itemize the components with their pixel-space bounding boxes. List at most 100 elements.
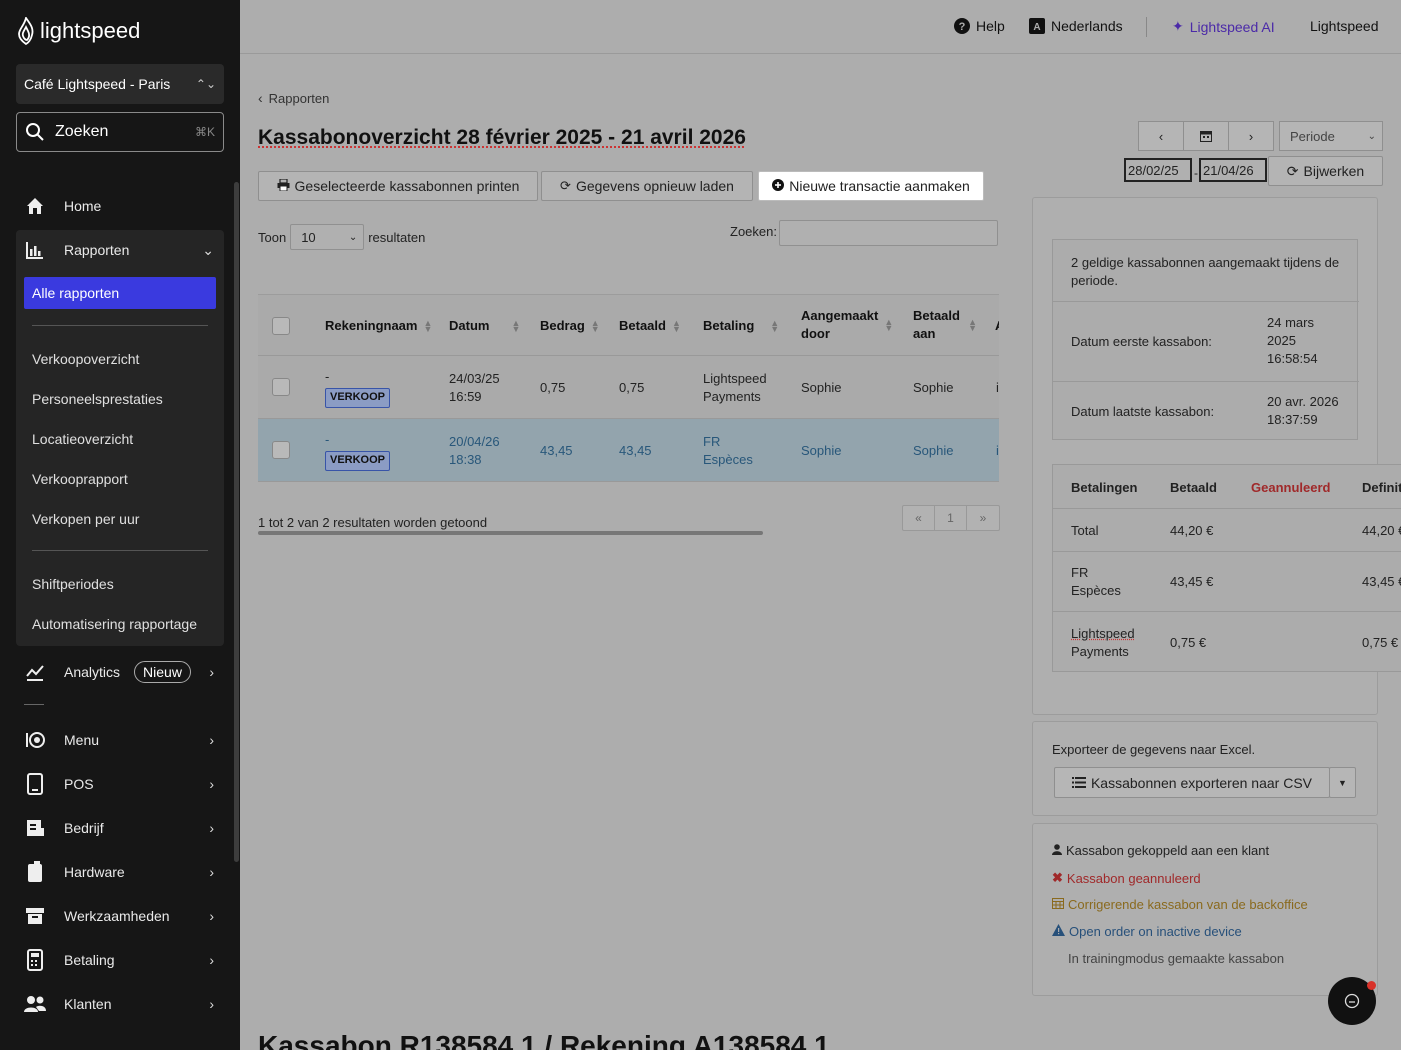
pager-next[interactable]: » — [967, 506, 999, 530]
sidebar-subitem-verkopen-per-uur[interactable]: Verkopen per uur — [32, 511, 139, 527]
sidebar-item-menu[interactable]: Menu › — [16, 720, 224, 760]
sidebar-item-bedrijf[interactable]: Bedrijf › — [16, 808, 224, 848]
period-select[interactable]: Periode ⌄ — [1279, 121, 1383, 151]
update-button[interactable]: ⟳ Bijwerken — [1268, 156, 1383, 186]
cell-rekeningnaam: - VERKOOP — [325, 368, 391, 408]
cell-text: 24/03/25 — [449, 371, 500, 386]
col-rekeningnaam[interactable]: Rekeningnaam ▲ ▼ — [325, 317, 432, 335]
period-prev-button[interactable]: ‹ — [1138, 121, 1184, 151]
table-row[interactable]: - VERKOOP 24/03/25 16:59 0,75 0,75 Lightsp… — [258, 356, 999, 419]
first-receipt-value: 24 mars 2025 16:58:54 — [1267, 314, 1318, 369]
language-selector[interactable]: A Nederlands — [1029, 18, 1123, 34]
divider — [32, 550, 208, 551]
payment-paid: 43,45 € — [1170, 574, 1214, 589]
help-link[interactable]: ? Help — [954, 18, 1005, 34]
col-extra[interactable]: A — [995, 317, 999, 335]
sidebar-subitem-automatisering[interactable]: Automatisering rapportage — [32, 616, 197, 632]
button-label: Kassabonnen exporteren naar CSV — [1090, 774, 1313, 791]
col-betaling[interactable]: Betaling ▲ ▼ — [703, 317, 779, 335]
export-csv-button[interactable]: Kassabonnen exporteren naar CSV — [1054, 767, 1330, 798]
header-label: Aangemaakt door — [801, 308, 879, 342]
payment-name: FR Espèces — [1071, 564, 1121, 600]
date-to-input[interactable]: 21/04/26 — [1199, 158, 1267, 182]
verkoop-badge: VERKOOP — [325, 388, 391, 408]
sidebar-subitem-alle-rapporten[interactable]: Alle rapporten — [24, 277, 216, 309]
store-selector[interactable]: Café Lightspeed - Paris ⌃⌄ — [16, 64, 224, 104]
breadcrumb[interactable]: ‹ Rapporten — [258, 90, 329, 106]
table-header: Rekeningnaam ▲ ▼ Datum ▲ ▼ Bedrag ▲ ▼ Betaald ▲… — [258, 295, 999, 356]
sidebar-item-home[interactable]: Home — [16, 186, 224, 226]
lightspeed-logo[interactable]: lightspeed — [16, 16, 140, 46]
cell-betaald-aan: Sophie — [913, 380, 954, 395]
sidebar-subitem-shiftperiodes[interactable]: Shiftperiodes — [32, 576, 114, 592]
chat-icon — [1344, 993, 1360, 1009]
col-betaald[interactable]: Betaald ▲ ▼ — [619, 317, 681, 335]
printer-device-icon — [24, 861, 46, 883]
cell-betaald: 43,45 — [619, 443, 652, 458]
date-from-input[interactable]: 28/02/25 — [1124, 158, 1192, 182]
close-icon: ✖ — [1052, 870, 1063, 885]
plus-circle-icon — [772, 178, 785, 194]
sidebar-item-rapporten[interactable]: Rapporten ⌄ — [16, 230, 224, 270]
sidebar-subitem-verkoopoverzicht[interactable]: Verkoopoverzicht — [32, 351, 139, 367]
sidebar-scrollbar[interactable] — [234, 182, 239, 862]
sidebar-item-betaling[interactable]: Betaling › — [16, 940, 224, 980]
sidebar-search[interactable]: Zoeken ⌘K — [16, 112, 224, 152]
row-checkbox[interactable] — [272, 441, 290, 459]
sidebar-item-hardware[interactable]: Hardware › — [16, 852, 224, 892]
table-search-input[interactable] — [779, 220, 998, 246]
reload-data-button[interactable]: ⟳ Gegevens opnieuw laden — [541, 171, 753, 201]
col-aangemaakt-door[interactable]: Aangemaakt door ▲ ▼ — [801, 307, 893, 343]
sidebar-subitem-personeelsprestaties[interactable]: Personeelsprestaties — [32, 391, 163, 407]
print-receipts-button[interactable]: Geselecteerde kassabonnen printen — [258, 171, 538, 201]
account-label: Lightspeed — [1310, 18, 1379, 34]
sidebar-subitem-locatieoverzicht[interactable]: Locatieoverzicht — [32, 431, 133, 447]
cell-text: 20/04/26 — [449, 434, 500, 449]
pager-prev[interactable]: « — [903, 506, 935, 530]
calendar-button[interactable] — [1183, 121, 1229, 151]
summary-count-row: 2 geldige kassabonnen aangemaakt tijdens… — [1053, 240, 1359, 302]
svg-text:?: ? — [959, 21, 966, 33]
select-all-checkbox[interactable] — [272, 317, 290, 335]
page-length-select[interactable]: 10 ⌄ — [290, 224, 365, 250]
cell-bedrag: 0,75 — [540, 380, 566, 395]
export-options-dropdown[interactable]: ▼ — [1329, 767, 1356, 798]
cell-betaling: FR Espèces — [703, 433, 753, 469]
value-line: 16:58:54 — [1267, 351, 1318, 367]
calendar-icon — [1052, 897, 1064, 912]
refresh-icon: ⟳ — [1286, 162, 1299, 179]
pagination: « 1 » — [902, 505, 1000, 531]
row-checkbox[interactable] — [272, 378, 290, 396]
account-menu[interactable]: Lightspeed — [1310, 18, 1379, 34]
sidebar-item-analytics[interactable]: Analytics Nieuw › — [16, 652, 224, 692]
pager-page-1[interactable]: 1 — [935, 506, 967, 530]
breadcrumb-label: Rapporten — [268, 90, 330, 106]
sparkle-icon: ✦ — [1172, 18, 1184, 34]
value-line: 24 mars — [1267, 315, 1314, 330]
sidebar-item-pos[interactable]: POS › — [16, 764, 224, 804]
legend-cancelled: ✖ Kassabon geannuleerd — [1052, 870, 1201, 886]
legend-text: Kassabon gekoppeld aan een klant — [1066, 843, 1270, 858]
value-line: Espèces — [1071, 583, 1121, 599]
col-datum[interactable]: Datum ▲ ▼ — [449, 317, 520, 335]
bar-chart-icon — [24, 239, 46, 261]
receipts-table: Rekeningnaam ▲ ▼ Datum ▲ ▼ Bedrag ▲ ▼ Betaald ▲… — [258, 294, 999, 482]
sidebar-subitem-verkooprapport[interactable]: Verkooprapport — [32, 471, 128, 487]
table-horizontal-scrollbar[interactable] — [258, 531, 763, 535]
table-row[interactable]: - VERKOOP 20/04/26 18:38 43,45 43,45 FR Esp… — [258, 419, 999, 482]
warning-icon — [1052, 924, 1065, 939]
lightspeed-ai-link[interactable]: ✦ Lightspeed AI — [1172, 18, 1275, 35]
store-name: Café Lightspeed - Paris — [24, 76, 171, 92]
payments-col-definitief: Definit — [1362, 480, 1401, 495]
sidebar-item-werkzaamheden[interactable]: Werkzaamheden › — [16, 896, 224, 936]
col-betaald-aan[interactable]: Betaald aan ▲ ▼ — [913, 307, 977, 343]
period-next-button[interactable]: › — [1228, 121, 1274, 151]
first-receipt-label: Datum eerste kassabon: — [1071, 334, 1212, 349]
sidebar-item-klanten[interactable]: Klanten › — [16, 984, 224, 1024]
new-transaction-button[interactable]: Nieuwe transactie aanmaken — [758, 171, 984, 201]
toon-label: Toon — [258, 229, 287, 245]
col-bedrag[interactable]: Bedrag ▲ ▼ — [540, 317, 600, 335]
chevron-right-icon: › — [209, 820, 214, 836]
value-line: Lightspeed — [1071, 626, 1135, 641]
payments-col-betalingen: Betalingen — [1071, 480, 1138, 495]
